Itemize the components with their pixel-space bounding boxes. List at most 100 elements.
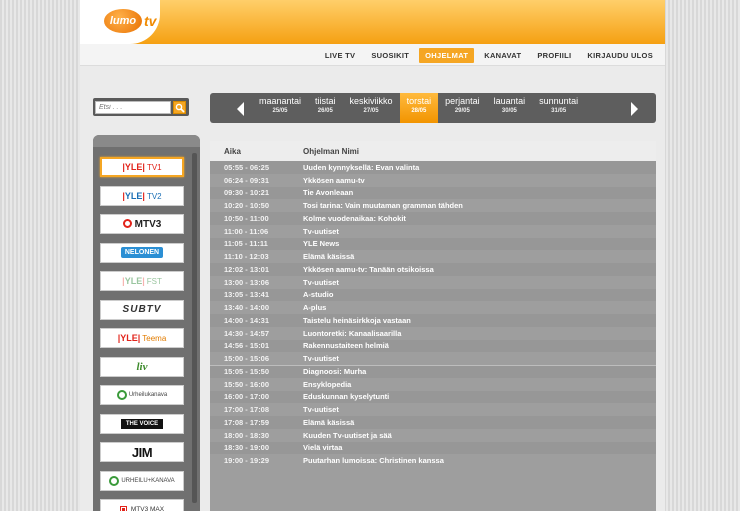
day-tab-torstai[interactable]: torstai 28/05 bbox=[399, 93, 439, 123]
search-icon bbox=[175, 103, 185, 113]
channel-yle-teema[interactable]: |YLE| Teema bbox=[100, 328, 184, 348]
page: lumo tv LIVE TV SUOSIKIT OHJELMAT KANAVAT PR… bbox=[80, 0, 665, 511]
nav-item-live-tv[interactable]: LIVE TV bbox=[319, 48, 361, 63]
channel-label: SUBTV bbox=[122, 304, 162, 315]
channel-brand: YLE bbox=[124, 190, 143, 201]
schedule-row[interactable]: 11:00 - 11:06 Tv-uutiset bbox=[210, 225, 656, 238]
schedule-row[interactable]: 13:05 - 13:41 A-studio bbox=[210, 288, 656, 302]
channel-mtv3-max[interactable]: MTV3 MAX bbox=[100, 499, 184, 511]
schedule-row[interactable]: 15:05 - 15:50 Diagnoosi: Murha bbox=[210, 365, 656, 378]
program-name: Rakennustaiteen helmiä bbox=[303, 341, 389, 351]
channel-logo: |YLE| Teema bbox=[118, 333, 167, 343]
schedule-row[interactable]: 17:08 - 17:59 Elämä käsissä bbox=[210, 416, 656, 429]
day-tab-maanantai[interactable]: maanantai 25/05 bbox=[252, 93, 308, 123]
channel-logo: MTV3 MAX bbox=[119, 505, 164, 511]
nav-item-suosikit[interactable]: SUOSIKIT bbox=[365, 48, 415, 63]
program-time: 11:00 - 11:06 bbox=[224, 226, 269, 236]
channel-label: liv bbox=[136, 360, 148, 373]
program-time: 17:00 - 17:08 bbox=[224, 405, 270, 415]
channel-jim[interactable]: JIM bbox=[100, 442, 184, 462]
program-time: 17:08 - 17:59 bbox=[224, 417, 270, 427]
day-tab-perjantai[interactable]: perjantai 29/05 bbox=[438, 93, 487, 123]
day-date: 26/05 bbox=[317, 108, 333, 114]
nav-item-kanavat[interactable]: KANAVAT bbox=[478, 48, 527, 63]
nav-item-profiili[interactable]: PROFIILI bbox=[531, 48, 577, 63]
channel-scrollbar[interactable] bbox=[192, 153, 197, 503]
schedule-row[interactable]: 16:00 - 17:00 Eduskunnan kyselytunti bbox=[210, 390, 656, 404]
schedule-row[interactable]: 05:55 - 06:25 Uuden kynnyksellä: Evan val… bbox=[210, 161, 656, 174]
prev-day-arrow-icon[interactable] bbox=[237, 102, 244, 116]
nav-item-kirjaudu-ulos[interactable]: KIRJAUDU ULOS bbox=[581, 48, 659, 63]
schedule-row[interactable]: 09:30 - 10:21 Tie Avonleaan bbox=[210, 186, 656, 200]
search-input[interactable] bbox=[95, 100, 171, 114]
schedule-row[interactable]: 19:00 - 19:29 Puutarhan lumoissa: Christi… bbox=[210, 454, 656, 467]
schedule-row[interactable]: 06:24 - 09:31 Ykkösen aamu-tv bbox=[210, 174, 656, 187]
header-bar: lumo tv bbox=[80, 0, 665, 44]
day-date: 28/05 bbox=[411, 108, 427, 114]
search-button[interactable] bbox=[173, 100, 186, 114]
schedule-row[interactable]: 14:30 - 14:57 Luontoretki: Kanaalisaarill… bbox=[210, 327, 656, 340]
channel-logo: Urheilukanava bbox=[116, 390, 168, 400]
schedule-row[interactable]: 15:50 - 16:00 Ensyklopedia bbox=[210, 378, 656, 391]
schedule-row[interactable]: 13:00 - 13:06 Tv-uutiset bbox=[210, 276, 656, 289]
program-name: Kolme vuodenaikaa: Kohokit bbox=[303, 213, 406, 223]
day-tab-sunnuntai[interactable]: sunnuntai 31/05 bbox=[532, 93, 585, 123]
program-time: 11:10 - 12:03 bbox=[224, 252, 269, 262]
schedule-row[interactable]: 18:00 - 18:30 Kuuden Tv-uutiset ja sää bbox=[210, 429, 656, 442]
channel-nelonen[interactable]: NELONEN bbox=[100, 242, 184, 263]
day-tab-keskiviikko[interactable]: keskiviikko 27/05 bbox=[343, 93, 400, 123]
max-square-icon bbox=[119, 505, 127, 511]
schedule-row[interactable]: 10:50 - 11:00 Kolme vuodenaikaa: Kohokit bbox=[210, 212, 656, 225]
program-time: 09:30 - 10:21 bbox=[224, 188, 270, 198]
channel-logo: URHEILU+KANAVA bbox=[109, 475, 175, 486]
channel-label: Urheilukanava bbox=[128, 392, 168, 398]
program-time: 14:30 - 14:57 bbox=[224, 328, 270, 338]
program-time: 18:00 - 18:30 bbox=[224, 430, 270, 440]
channel-yle-fst[interactable]: |YLE| FST bbox=[100, 271, 184, 291]
channel-label: NELONEN bbox=[120, 247, 164, 258]
schedule-row[interactable]: 12:02 - 13:01 Ykkösen aamu-tv: Tanään ots… bbox=[210, 263, 656, 276]
logo-divider: | bbox=[142, 190, 145, 201]
program-name: Tv-uutiset bbox=[303, 226, 339, 236]
schedule-row[interactable]: 18:30 - 19:00 Vielä virtaa bbox=[210, 441, 656, 455]
schedule-row[interactable]: 13:40 - 14:00 A-plus bbox=[210, 301, 656, 314]
schedule-row[interactable]: 15:00 - 15:06 Tv-uutiset bbox=[210, 352, 656, 365]
logo-suffix: tv bbox=[144, 13, 157, 29]
schedule-row[interactable]: 11:10 - 12:03 Elämä käsissä bbox=[210, 250, 656, 263]
logo-divider: | bbox=[142, 162, 145, 172]
schedule-table: Aika Ohjelman Nimi 05:55 - 06:25 Uuden ky… bbox=[210, 141, 656, 511]
day-date: 30/05 bbox=[501, 108, 517, 114]
schedule-row[interactable]: 14:56 - 15:01 Rakennustaiteen helmiä bbox=[210, 339, 656, 353]
channel-subtv[interactable]: SUBTV bbox=[100, 299, 184, 320]
schedule-row[interactable]: 14:00 - 14:31 Taistelu heinäsirkkoja vast… bbox=[210, 314, 656, 327]
channel-brand: YLE bbox=[124, 162, 143, 172]
channel-yle-tv1[interactable]: |YLE| TV1 bbox=[100, 157, 184, 177]
schedule-row[interactable]: 17:00 - 17:08 Tv-uutiset bbox=[210, 403, 656, 416]
next-day-arrow-icon[interactable] bbox=[631, 102, 638, 116]
channel-urheilukanava[interactable]: Urheilukanava bbox=[100, 385, 184, 405]
channel-sub: TV2 bbox=[146, 191, 162, 201]
program-time: 15:50 - 16:00 bbox=[224, 379, 270, 389]
program-time: 13:40 - 14:00 bbox=[224, 303, 270, 313]
program-name: Ykkösen aamu-tv: Tanään otsikoissa bbox=[303, 264, 434, 274]
logo-divider: | bbox=[137, 333, 141, 343]
lumo-tv-logo[interactable]: lumo tv bbox=[104, 9, 160, 33]
schedule-rows: 05:55 - 06:25 Uuden kynnyksellä: Evan val… bbox=[210, 161, 656, 467]
program-time: 10:50 - 11:00 bbox=[224, 213, 269, 223]
program-time: 11:05 - 11:11 bbox=[224, 239, 268, 249]
day-tab-tiistai[interactable]: tiistai 26/05 bbox=[308, 93, 343, 123]
channel-the-voice[interactable]: THE VOICE bbox=[100, 413, 184, 434]
program-time: 18:30 - 19:00 bbox=[224, 443, 270, 453]
program-name: Ykkösen aamu-tv bbox=[303, 175, 365, 185]
channel-yle-tv2[interactable]: |YLE| TV2 bbox=[100, 185, 184, 206]
day-name: perjantai bbox=[445, 96, 480, 106]
schedule-row[interactable]: 11:05 - 11:11 YLE News bbox=[210, 237, 656, 251]
channel-urheilu-kanava[interactable]: URHEILU+KANAVA bbox=[100, 470, 184, 491]
day-tab-lauantai[interactable]: lauantai 30/05 bbox=[487, 93, 533, 123]
channel-logo: MTV3 bbox=[122, 218, 161, 230]
nav-item-ohjelmat[interactable]: OHJELMAT bbox=[419, 48, 475, 63]
channel-mtv3[interactable]: MTV3 bbox=[100, 214, 184, 234]
schedule-row[interactable]: 10:20 - 10:50 Tosi tarina: Vain muutaman … bbox=[210, 199, 656, 212]
background-stripes-right bbox=[660, 0, 740, 511]
channel-liv[interactable]: liv bbox=[100, 356, 184, 377]
